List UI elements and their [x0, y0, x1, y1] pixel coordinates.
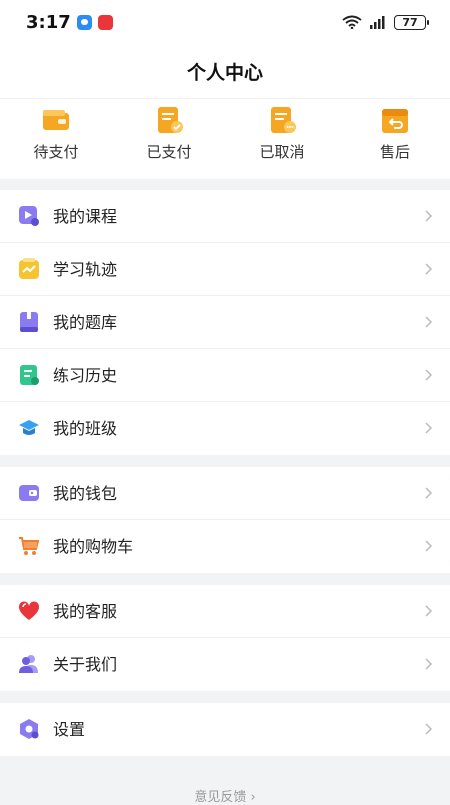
wifi-icon: [342, 15, 362, 29]
menu-item-label: 我的购物车: [53, 537, 134, 556]
menu-item-question-bank[interactable]: 我的题库: [0, 296, 450, 349]
graduation-cap-icon: [19, 420, 39, 435]
settings-hexagon-icon: [20, 719, 39, 739]
wallet-icon: [43, 110, 69, 130]
order-cancelled[interactable]: 已取消: [237, 105, 327, 162]
chevron-right-icon: [425, 316, 433, 328]
signal-icon: [370, 16, 385, 29]
menu-item-label: 我的题库: [53, 313, 118, 332]
practice-history-icon: [20, 365, 39, 385]
menu-item-label: 设置: [53, 720, 86, 739]
status-time: 3:17: [26, 11, 71, 33]
chevron-right-icon: [425, 487, 433, 499]
menu-group-service: 我的客服 关于我们: [0, 585, 450, 691]
status-bar: 3:17 77: [0, 0, 450, 44]
menu-item-label: 练习历史: [53, 366, 118, 385]
menu-item-label: 我的课程: [53, 207, 118, 226]
order-after-sales[interactable]: 售后: [350, 105, 440, 162]
menu-item-customer-service[interactable]: 我的客服: [0, 585, 450, 638]
chevron-right-icon: [425, 605, 433, 617]
menu-item-learning-track[interactable]: 学习轨迹: [0, 243, 450, 296]
shopping-cart-icon: [19, 537, 40, 555]
page-header: 个人中心: [0, 44, 450, 98]
after-sales-icon: [382, 109, 408, 133]
menu-item-my-class[interactable]: 我的班级: [0, 402, 450, 455]
battery-indicator: 77: [394, 14, 429, 30]
menu-group-settings: 设置: [0, 703, 450, 756]
menu-item-label: 关于我们: [53, 655, 118, 674]
message-app-icon: [76, 14, 92, 30]
order-status-bar: 待支付 已支付 已取消 售后: [0, 98, 450, 179]
news-app-icon: [97, 14, 113, 30]
order-label: 已取消: [259, 143, 305, 161]
order-paid[interactable]: 已支付: [124, 105, 214, 162]
menu-item-label: 我的客服: [53, 602, 118, 621]
heart-service-icon: [18, 601, 40, 620]
order-pending-payment[interactable]: 待支付: [11, 105, 101, 162]
cancelled-order-icon: [271, 107, 296, 133]
learning-trend-icon: [19, 258, 39, 279]
menu-item-label: 我的班级: [53, 419, 118, 438]
wallet-card-icon: [19, 485, 39, 501]
menu-item-settings[interactable]: 设置: [0, 703, 450, 756]
question-bank-icon: [20, 312, 38, 332]
chevron-right-icon: [425, 369, 433, 381]
order-label: 售后: [379, 143, 410, 161]
chevron-right-icon: [425, 658, 433, 670]
chevron-right-icon: [425, 422, 433, 434]
chevron-right-icon: [425, 263, 433, 275]
menu-group-shopping: 我的钱包 我的购物车: [0, 467, 450, 573]
course-video-icon: [19, 206, 39, 226]
users-icon: [19, 655, 38, 673]
menu-item-shopping-cart[interactable]: 我的购物车: [0, 520, 450, 573]
chevron-right-icon: [425, 540, 433, 552]
menu-group-learning: 我的课程 学习轨迹 我的题库 练习历史 我的班级: [0, 190, 450, 455]
page-title: 个人中心: [186, 61, 263, 84]
menu-item-practice-history[interactable]: 练习历史: [0, 349, 450, 402]
menu-item-label: 学习轨迹: [53, 260, 118, 279]
menu-item-my-wallet[interactable]: 我的钱包: [0, 467, 450, 520]
feedback-link[interactable]: 意见反馈 ›: [0, 786, 450, 805]
menu-item-about-us[interactable]: 关于我们: [0, 638, 450, 691]
menu-item-label: 我的钱包: [53, 484, 118, 503]
chevron-right-icon: [425, 723, 433, 735]
order-label: 待支付: [33, 143, 79, 161]
order-label: 已支付: [146, 143, 192, 161]
paid-order-icon: [158, 107, 183, 133]
menu-item-my-courses[interactable]: 我的课程: [0, 190, 450, 243]
chevron-right-icon: [425, 210, 433, 222]
